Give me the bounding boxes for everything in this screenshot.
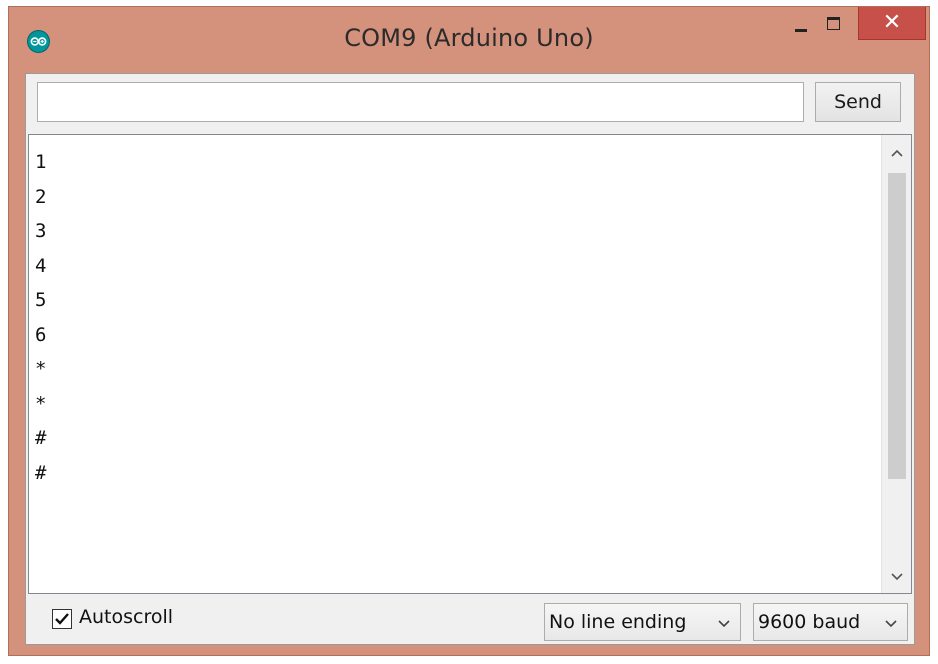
output-line: * [35,358,47,380]
line-ending-value: No line ending [549,611,687,633]
chevron-down-icon [890,567,903,585]
checkmark-icon [55,613,69,625]
serial-monitor-window: COM9 (Arduino Uno) ✕ Send 1 2 3 4 5 6 * … [8,6,930,656]
output-line: 1 [35,151,47,173]
output-line: # [35,461,47,484]
output-line: 3 [35,220,47,242]
output-line: * [35,392,47,415]
chevron-down-icon [885,604,897,653]
serial-monitor-client: Send 1 2 3 4 5 6 * * # # Autoscroll No l… [25,73,915,645]
chevron-down-icon [718,604,730,653]
autoscroll-label[interactable]: Autoscroll [79,606,173,628]
output-line: 2 [35,185,47,208]
autoscroll-checkbox[interactable] [52,609,72,629]
baud-rate-value: 9600 baud [758,611,861,633]
close-button[interactable]: ✕ [858,7,926,40]
baud-rate-select[interactable]: 9600 baud [753,603,908,641]
chevron-up-icon [890,143,903,161]
title-bar[interactable]: COM9 (Arduino Uno) ✕ [9,7,929,73]
scroll-down-button[interactable] [882,559,911,593]
send-input[interactable] [37,82,804,122]
output-line: 5 [35,289,47,311]
footer-bar: Autoscroll No line ending 9600 baud [26,594,914,644]
scroll-thumb[interactable] [888,173,906,479]
vertical-scrollbar[interactable] [881,135,911,593]
output-line: 4 [35,254,47,277]
line-ending-select[interactable]: No line ending [544,603,741,641]
output-lines: 1 2 3 4 5 6 * * # # [35,145,46,490]
maximize-button[interactable] [815,7,851,40]
serial-output-area[interactable]: 1 2 3 4 5 6 * * # # [28,134,912,594]
send-button[interactable]: Send [815,82,901,122]
close-icon: ✕ [882,10,902,35]
scroll-up-button[interactable] [882,135,911,169]
output-line: 6 [35,323,47,346]
output-line: # [35,427,47,449]
